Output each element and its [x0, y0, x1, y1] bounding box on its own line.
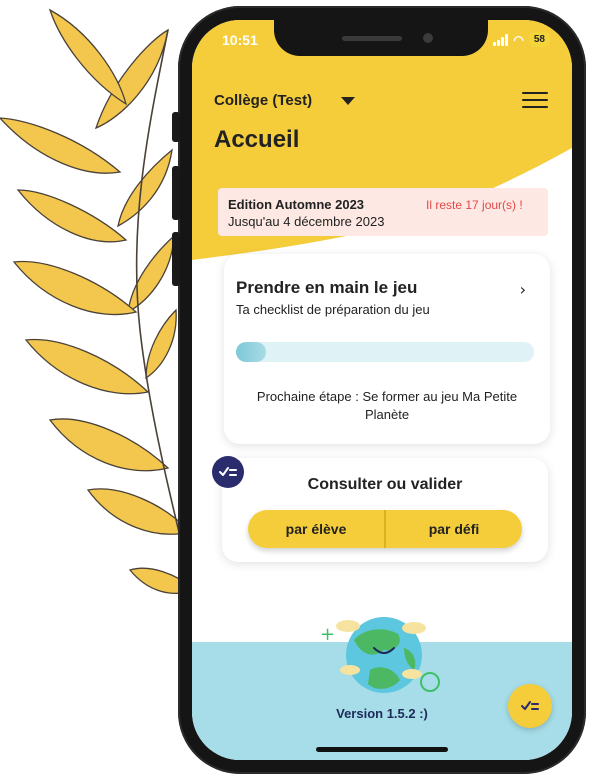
validate-segmented-buttons: par élève par défi	[248, 510, 522, 548]
days-remaining: Il reste 17 jour(s) !	[426, 198, 523, 212]
by-student-button[interactable]: par élève	[248, 510, 384, 548]
phone-frame: 10:51 ◠ 58 Collège (Test) Accueil Editio…	[172, 6, 586, 774]
hamburger-menu-icon[interactable]	[522, 92, 548, 110]
status-bar: 10:51 ◠ 58	[222, 32, 550, 52]
svg-text:+: +	[320, 624, 335, 645]
checklist-card[interactable]: Prendre en main le jeu Ta checklist de p…	[224, 254, 550, 444]
battery-badge: 58	[528, 32, 550, 47]
home-indicator[interactable]	[316, 747, 448, 752]
side-button	[172, 112, 180, 142]
validate-title: Consulter ou valider	[307, 476, 463, 493]
school-selector[interactable]: Collège (Test)	[214, 92, 312, 109]
by-challenge-button[interactable]: par défi	[386, 510, 522, 548]
edition-banner: Edition Automne 2023 Jusqu'au 4 décembre…	[218, 188, 548, 236]
checklist-fab-button[interactable]	[508, 684, 552, 728]
volume-down-button	[172, 232, 180, 286]
checklist-title: Prendre en main le jeu	[236, 278, 418, 297]
checklist-subtitle: Ta checklist de préparation du jeu	[236, 302, 430, 317]
edition-name: Edition Automne 2023	[228, 197, 365, 212]
next-step-text: Prochaine étape : Se former au jeu Ma Pe…	[256, 389, 518, 422]
checklist-icon	[521, 701, 539, 710]
status-time: 10:51	[222, 32, 258, 48]
wifi-icon: ◠	[513, 32, 524, 47]
progress-fill	[236, 342, 266, 362]
page-title: Accueil	[214, 126, 300, 153]
signal-icon	[493, 33, 509, 46]
status-icons: ◠ 58	[493, 32, 550, 47]
app-screen: 10:51 ◠ 58 Collège (Test) Accueil Editio…	[192, 20, 572, 760]
dropdown-caret-icon[interactable]	[341, 97, 355, 105]
checklist-icon	[212, 456, 244, 488]
chevron-right-icon[interactable]: ›	[520, 280, 526, 299]
edition-end-date: Jusqu'au 4 décembre 2023	[228, 214, 385, 229]
volume-up-button	[172, 166, 180, 220]
globe-illustration: +	[320, 617, 440, 693]
validate-card: Consulter ou valider par élève par défi	[222, 458, 548, 562]
top-bar: Collège (Test)	[214, 92, 548, 112]
checklist-progress-bar	[236, 342, 534, 362]
